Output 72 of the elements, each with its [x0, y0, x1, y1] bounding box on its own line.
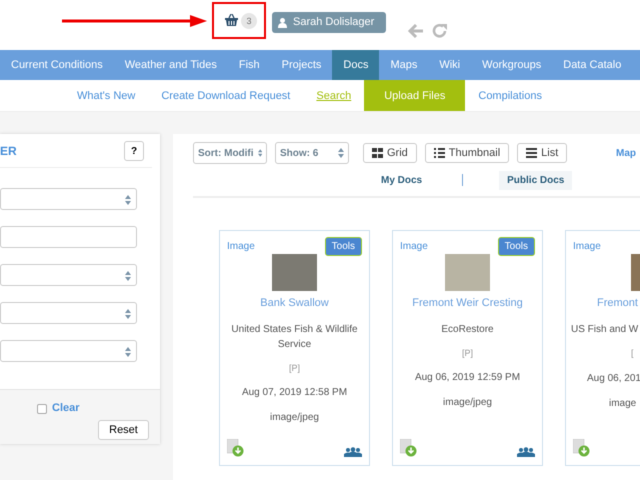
back-arrow-icon[interactable]	[408, 24, 424, 38]
organization-text: EcoRestore	[440, 322, 495, 336]
redo-icon[interactable]	[432, 23, 448, 39]
list-icon	[434, 148, 445, 158]
subnav-link[interactable]: Compilations	[465, 80, 555, 111]
nav-tab[interactable]: Maps	[379, 50, 428, 80]
select-field[interactable]: Show: 6	[275, 142, 349, 164]
menu-icon	[526, 148, 538, 158]
help-button[interactable]: ?	[124, 141, 144, 161]
photo-placeholder	[272, 254, 317, 291]
select-field[interactable]	[0, 264, 137, 286]
tools-button[interactable]: Tools	[498, 237, 535, 256]
subnav-link[interactable]: What's New	[64, 80, 148, 111]
select-arrows-icon	[125, 309, 131, 319]
access-label: [P]	[288, 362, 301, 375]
document-title[interactable]: Fremont Weir Cresting	[400, 295, 535, 312]
organization-text: United States Fish & Wildlife Service	[230, 322, 359, 352]
nav-tab[interactable]: Docs	[332, 50, 380, 80]
type-label: Image	[227, 240, 256, 254]
select-arrows-icon	[338, 148, 344, 158]
nav-tab[interactable]: Data Catalo	[552, 50, 632, 80]
download-icon[interactable]	[573, 439, 590, 457]
photo-placeholder	[445, 254, 490, 291]
subnav-link[interactable]: Create Download Request	[148, 80, 304, 111]
mime-type: image/jpeg	[442, 396, 493, 410]
basket-icon[interactable]	[225, 14, 238, 26]
scope-tab[interactable]: My Docs	[373, 170, 430, 190]
tools-button[interactable]: Tools	[324, 237, 362, 256]
view-button[interactable]: List	[517, 143, 568, 163]
highlight-box	[212, 2, 266, 39]
select-arrows-icon	[258, 148, 262, 158]
select-field[interactable]	[0, 302, 137, 324]
select-arrows-icon	[125, 195, 131, 205]
nav-tab[interactable]: Wiki	[428, 50, 472, 80]
select-arrows-icon	[125, 271, 131, 281]
input-field[interactable]	[0, 226, 137, 248]
mime-type: image/jpeg	[269, 411, 320, 425]
checkbox[interactable]	[37, 404, 47, 414]
type-label: Image	[400, 240, 429, 254]
document-title[interactable]: Fremont	[597, 295, 638, 312]
document-title[interactable]: Bank Swallow	[227, 295, 362, 312]
select-arrows-icon	[125, 347, 131, 357]
date-text: Aug 07, 2019 12:58 PM	[240, 386, 348, 400]
user-icon	[278, 18, 287, 28]
download-icon[interactable]	[227, 439, 244, 457]
select-field[interactable]	[0, 188, 137, 210]
nav-tab[interactable]: Current Conditions	[0, 50, 114, 80]
cart-count: 3	[241, 13, 257, 29]
select-field[interactable]: Sort: Modifi	[193, 142, 267, 164]
reset-button[interactable]: Reset	[98, 420, 149, 440]
view-button[interactable]: Grid	[363, 143, 417, 163]
nav-tab[interactable]: Fish	[228, 50, 271, 80]
nav-tab[interactable]: Projects	[270, 50, 332, 80]
select-field[interactable]	[0, 340, 137, 362]
view-button[interactable]: Thumbnail	[424, 143, 510, 163]
date-text: Aug 06, 2019 12:59 PM	[414, 371, 522, 385]
access-label: [	[631, 346, 634, 360]
subnav-link[interactable]: Search	[303, 80, 364, 111]
scope-tab[interactable]: Public Docs	[499, 170, 572, 190]
map-link[interactable]: Map	[616, 146, 636, 160]
download-icon[interactable]	[400, 439, 417, 457]
access-label: [P]	[460, 346, 474, 360]
type-label: Image	[573, 240, 602, 254]
nav-tab[interactable]: Weather and Tides	[114, 50, 228, 80]
panel-title: ER	[0, 143, 17, 160]
user-button[interactable]: Sarah Dolislager	[272, 12, 386, 33]
upload-button[interactable]: Upload Files	[364, 80, 466, 111]
clear-label[interactable]: Clear	[52, 400, 80, 416]
organization-text: US Fish and W	[571, 322, 638, 336]
nav-tab[interactable]: Workgroups	[471, 50, 552, 80]
grid-icon	[372, 148, 383, 158]
mime-type: image	[609, 397, 638, 411]
